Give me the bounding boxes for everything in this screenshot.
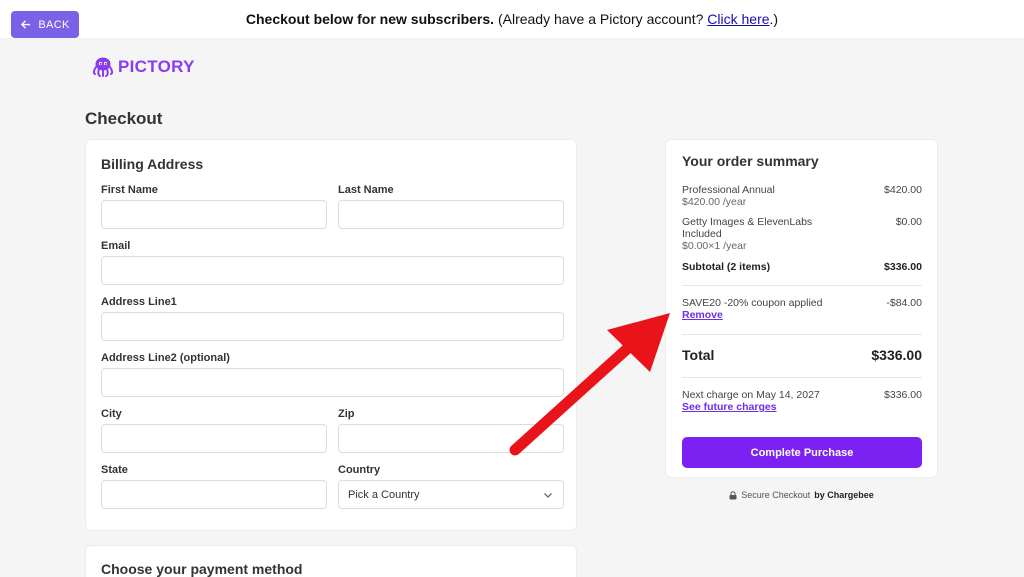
total-value: $336.00 [871, 347, 922, 363]
email-label: Email [101, 240, 131, 252]
zip-label: Zip [338, 408, 355, 420]
see-future-charges-link[interactable]: See future charges [682, 401, 777, 413]
state-field[interactable] [101, 480, 327, 509]
last-name-label: Last Name [338, 184, 394, 196]
banner-text: (Already have a Pictory account? [494, 11, 708, 27]
banner-end: .) [769, 11, 779, 27]
item-sub: $0.00×1 /year [682, 240, 747, 252]
click-here-link[interactable]: Click here [707, 11, 769, 27]
top-bar: BACK Checkout below for new subscribers.… [0, 0, 1024, 38]
last-name-field[interactable] [338, 200, 564, 229]
order-summary-card: Your order summary Professional Annual $… [665, 139, 938, 478]
country-label: Country [338, 464, 381, 476]
logo-text: PICTORY [118, 57, 195, 76]
city-label: City [101, 408, 122, 420]
lock-icon [729, 490, 737, 499]
total-label: Total [682, 347, 715, 363]
state-label: State [101, 464, 128, 476]
new-subscriber-banner: Checkout below for new subscribers. (Alr… [0, 11, 1024, 27]
divider [682, 377, 922, 378]
address2-label: Address Line2 (optional) [101, 352, 230, 364]
first-name-field[interactable] [101, 200, 327, 229]
remove-coupon-link[interactable]: Remove [682, 309, 723, 321]
coupon-value: -$84.00 [886, 297, 922, 309]
payment-title: Choose your payment method [101, 561, 303, 577]
subtotal-label: Subtotal (2 items) [682, 261, 771, 273]
next-charge-value: $336.00 [884, 389, 922, 401]
divider [682, 285, 922, 286]
secure-by: by Chargebee [814, 490, 874, 500]
line-item-professional: Professional Annual $420.00 /year $420.0… [682, 184, 922, 208]
divider [682, 334, 922, 335]
item-price: $0.00 [895, 216, 922, 228]
payment-method-card: Choose your payment method [85, 545, 577, 577]
total-row: Total $336.00 [682, 347, 922, 363]
first-name-label: First Name [101, 184, 158, 196]
banner-bold-text: Checkout below for new subscribers. [245, 11, 495, 27]
pictory-logo: PICTORY [91, 55, 195, 79]
country-select[interactable]: Pick a Country [338, 480, 564, 509]
line-item-getty: Getty Images & ElevenLabs Included $0.00… [682, 216, 922, 252]
summary-title: Your order summary [682, 153, 819, 169]
item-name-line1: Getty Images & ElevenLabs [682, 216, 813, 228]
octopus-icon [92, 57, 114, 77]
secure-text: Secure Checkout [741, 490, 811, 500]
email-field[interactable] [101, 256, 564, 285]
subtotal-row: Subtotal (2 items) $336.00 [682, 261, 922, 273]
address1-label: Address Line1 [101, 296, 177, 308]
city-field[interactable] [101, 424, 327, 453]
country-select-value: Pick a Country [348, 488, 420, 501]
address2-field[interactable] [101, 368, 564, 397]
zip-field[interactable] [338, 424, 564, 453]
secure-checkout-note: Secure Checkout by Chargebee [665, 490, 938, 500]
item-price: $420.00 [884, 184, 922, 196]
subtotal-value: $336.00 [884, 261, 922, 273]
item-sub: $420.00 /year [682, 196, 747, 208]
next-charge-row: Next charge on May 14, 2027 See future c… [682, 389, 922, 413]
chevron-down-icon [544, 493, 552, 498]
address1-field[interactable] [101, 312, 564, 341]
billing-title: Billing Address [101, 156, 204, 172]
item-name-line2: Included [682, 228, 722, 240]
coupon-row: SAVE20 -20% coupon applied Remove -$84.0… [682, 297, 922, 321]
complete-purchase-button[interactable]: Complete Purchase [682, 437, 922, 468]
billing-address-card: Billing Address First Name Last Name Ema… [85, 139, 577, 531]
page-title: Checkout [85, 109, 163, 128]
